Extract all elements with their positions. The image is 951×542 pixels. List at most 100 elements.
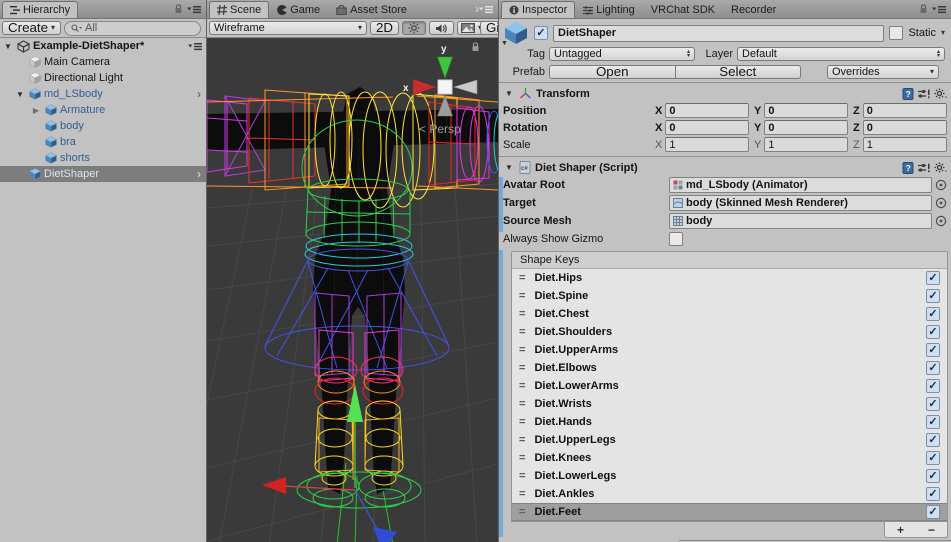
add-element-button[interactable]: + [885, 522, 916, 537]
help-icon[interactable]: ? [902, 88, 914, 100]
presets-icon[interactable] [918, 89, 930, 99]
drag-handle-icon[interactable]: = [519, 362, 525, 374]
drag-handle-icon[interactable]: = [519, 290, 525, 302]
lock-icon[interactable] [919, 4, 928, 14]
view-orientation-gizmo[interactable]: y x [403, 44, 477, 116]
object-field-source-mesh[interactable]: body [669, 213, 932, 229]
drag-handle-icon[interactable]: = [519, 434, 525, 446]
shape-key-enabled-checkbox[interactable] [926, 325, 940, 339]
drag-handle-icon[interactable]: = [519, 470, 525, 482]
static-dropdown-icon[interactable]: ▾ [941, 29, 945, 37]
shape-key-row-diet-lowerlegs[interactable]: =Diet.LowerLegs [512, 467, 947, 485]
shape-key-row-diet-elbows[interactable]: =Diet.Elbows [512, 359, 947, 377]
drag-handle-icon[interactable]: = [519, 488, 525, 500]
shape-key-row-diet-lowerarms[interactable]: =Diet.LowerArms [512, 377, 947, 395]
tab-scene[interactable]: Scene [209, 1, 269, 18]
gizmos-dropdown[interactable]: Gizmos ▾ [480, 21, 498, 35]
shape-key-enabled-checkbox[interactable] [926, 307, 940, 321]
object-picker-icon[interactable] [935, 215, 947, 227]
shape-key-row-diet-ankles[interactable]: =Diet.Ankles [512, 485, 947, 503]
shape-key-enabled-checkbox[interactable] [926, 469, 940, 483]
gear-icon[interactable] [934, 162, 947, 173]
search-input[interactable]: All [64, 21, 201, 36]
scene-menu-icon[interactable] [188, 42, 202, 51]
gameobject-active-checkbox[interactable] [534, 26, 548, 40]
drag-handle-icon[interactable]: = [519, 272, 525, 284]
drag-handle-icon[interactable]: = [519, 452, 525, 464]
shape-key-enabled-checkbox[interactable] [926, 361, 940, 375]
hierarchy-item-md-lsbody[interactable]: ▼md_LSbody› [0, 86, 206, 102]
help-icon[interactable]: ? [902, 162, 914, 174]
drag-handle-icon[interactable]: = [519, 380, 525, 392]
scale-y-input[interactable]: 1 [764, 137, 848, 152]
prefab-nav-chevron-icon[interactable]: › [197, 89, 201, 99]
window-menu-icon[interactable] [479, 5, 493, 14]
tab-asset-store[interactable]: Asset Store [328, 1, 415, 18]
tab-recorder[interactable]: Recorder [723, 1, 784, 18]
scale-x-input[interactable]: 1 [665, 137, 749, 152]
remove-element-button[interactable]: − [916, 522, 947, 537]
tab-hierarchy[interactable]: Hierarchy [2, 1, 78, 18]
shape-key-enabled-checkbox[interactable] [926, 487, 940, 501]
tab-game[interactable]: Game [269, 1, 328, 18]
prefab-foldout-icon[interactable]: ▼ [501, 40, 508, 47]
hierarchy-item-bra[interactable]: bra [0, 134, 206, 150]
window-menu-icon[interactable] [932, 5, 946, 14]
scene-audio-toggle[interactable] [429, 21, 454, 35]
prefab-select-button[interactable]: Select [675, 65, 802, 79]
drag-handle-icon[interactable]: = [519, 344, 525, 356]
shape-key-row-diet-knees[interactable]: =Diet.Knees [512, 449, 947, 467]
prefab-nav-chevron-icon[interactable]: › [197, 169, 201, 179]
shape-key-row-diet-shoulders[interactable]: =Diet.Shoulders [512, 323, 947, 341]
tab-lighting[interactable]: Lighting [575, 1, 643, 18]
shape-key-enabled-checkbox[interactable] [926, 415, 940, 429]
lock-icon[interactable] [174, 4, 183, 14]
shape-key-enabled-checkbox[interactable] [926, 379, 940, 393]
drag-handle-icon[interactable]: = [519, 326, 525, 338]
shading-mode-dropdown[interactable]: Wireframe ▾ [209, 21, 367, 35]
foldout-open-icon[interactable]: ▼ [503, 163, 515, 172]
scene-header-row[interactable]: ▼ Example-DietShaper* [0, 38, 206, 54]
shape-key-row-diet-hips[interactable]: =Diet.Hips [512, 269, 947, 287]
shape-key-row-diet-hands[interactable]: =Diet.Hands [512, 413, 947, 431]
perspective-label[interactable]: < Persp [419, 122, 461, 136]
scene-lighting-toggle[interactable] [402, 21, 426, 35]
shape-key-enabled-checkbox[interactable] [926, 343, 940, 357]
hierarchy-item-body[interactable]: body [0, 118, 206, 134]
shape-key-row-diet-spine[interactable]: =Diet.Spine [512, 287, 947, 305]
shape-key-enabled-checkbox[interactable] [926, 289, 940, 303]
gameobject-name-field[interactable]: DietShaper [553, 25, 884, 42]
drag-handle-icon[interactable]: = [519, 506, 525, 518]
position-y-input[interactable]: 0 [764, 103, 848, 118]
hierarchy-item-shorts[interactable]: shorts [0, 150, 206, 166]
shape-key-row-diet-chest[interactable]: =Diet.Chest [512, 305, 947, 323]
foldout-open-icon[interactable]: ▼ [503, 89, 515, 98]
foldout-closed-icon[interactable]: ▶ [30, 106, 42, 115]
shape-key-enabled-checkbox[interactable] [926, 397, 940, 411]
shape-key-enabled-checkbox[interactable] [926, 433, 940, 447]
prefab-overrides-dropdown[interactable]: Overrides ▾ [827, 65, 939, 79]
hierarchy-item-armature[interactable]: ▶Armature [0, 102, 206, 118]
rotation-x-input[interactable]: 0 [665, 120, 749, 135]
drag-handle-icon[interactable]: = [519, 398, 525, 410]
scale-z-input[interactable]: 1 [863, 137, 947, 152]
2d-toggle-button[interactable]: 2D [370, 21, 399, 35]
drag-handle-icon[interactable]: = [519, 416, 525, 428]
hierarchy-item-directional-light[interactable]: Directional Light [0, 70, 206, 86]
tag-dropdown[interactable]: Untagged ▴▾ [549, 47, 695, 61]
gear-icon[interactable] [934, 88, 947, 99]
layer-dropdown[interactable]: Default ▴▾ [737, 47, 945, 61]
diet-shaper-header[interactable]: ▼ c# Diet Shaper (Script) ? [499, 159, 951, 176]
tab-vrchat-sdk[interactable]: VRChat SDK [643, 1, 723, 18]
scene-viewport[interactable]: y x < Persp [207, 38, 498, 542]
position-z-input[interactable]: 0 [863, 103, 947, 118]
shape-key-enabled-checkbox[interactable] [926, 271, 940, 285]
tab-inspector[interactable]: Inspector [501, 1, 575, 18]
window-menu-icon[interactable] [187, 5, 201, 14]
presets-icon[interactable] [918, 163, 930, 173]
prefab-open-button[interactable]: Open [549, 65, 676, 79]
shape-key-row-diet-upperlegs[interactable]: =Diet.UpperLegs [512, 431, 947, 449]
shape-key-row-diet-upperarms[interactable]: =Diet.UpperArms [512, 341, 947, 359]
hierarchy-item-dietshaper[interactable]: DietShaper› [0, 166, 206, 182]
create-button[interactable]: Create ▾ [2, 21, 61, 35]
